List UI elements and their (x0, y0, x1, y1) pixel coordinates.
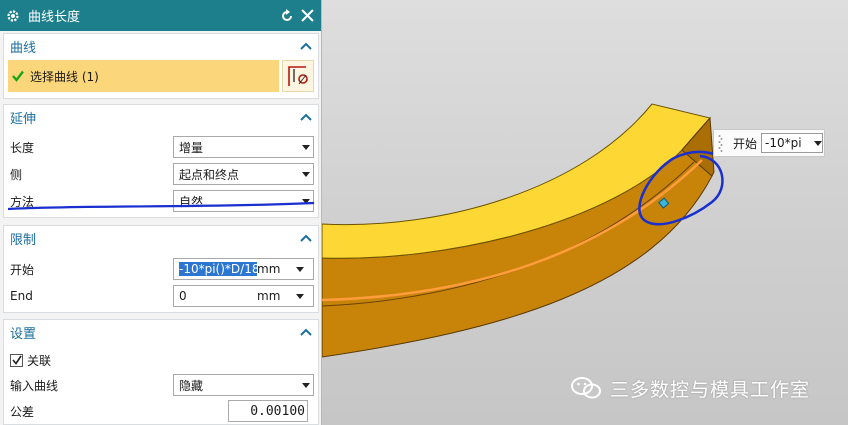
checkmark-icon (11, 355, 22, 365)
input-curve-label: 输入曲线 (10, 378, 59, 393)
start-label: 开始 (10, 262, 35, 277)
part-3d-view (322, 103, 724, 358)
settings-group: 设置 关联 输入曲线 隐藏 公差 0.00100 (3, 319, 319, 425)
float-start-label: 开始 (733, 136, 758, 151)
extend-group-title: 延伸 (10, 111, 37, 127)
end-row: End 0 mm (10, 284, 314, 308)
curve-group-header[interactable]: 曲线 (4, 34, 318, 58)
chevron-up-icon[interactable] (300, 42, 312, 50)
chevron-up-icon[interactable] (300, 328, 312, 336)
graphics-viewport[interactable] (322, 0, 848, 425)
length-row: 长度 增量 (10, 135, 314, 159)
chevron-up-icon[interactable] (300, 113, 312, 121)
end-input[interactable]: 0 mm (173, 285, 314, 307)
end-label: End (10, 289, 33, 303)
select-curve-row: 选择曲线 (1) (8, 60, 314, 92)
curve-select-tool-button[interactable] (282, 60, 314, 92)
float-start-dropdown[interactable]: -10*pi (761, 133, 824, 153)
select-curve-label: 选择曲线 (1) (30, 69, 99, 84)
start-unit: mm (257, 262, 281, 276)
chevron-down-icon[interactable] (296, 293, 304, 299)
drag-grip-icon[interactable] (718, 133, 723, 153)
reset-button[interactable] (279, 8, 295, 24)
side-dropdown[interactable]: 起点和终点 (173, 163, 314, 185)
side-row: 侧 起点和终点 (10, 162, 314, 186)
input-curve-value: 隐藏 (179, 378, 204, 393)
limits-group-title: 限制 (10, 232, 37, 248)
input-curve-dropdown[interactable]: 隐藏 (173, 374, 314, 396)
associative-checkbox[interactable] (10, 353, 23, 367)
limits-group: 限制 开始 -10*pi()*D/18 mm End 0 mm (3, 225, 319, 313)
dialog-title-bar[interactable]: 曲线长度 (0, 0, 321, 31)
start-input[interactable]: -10*pi()*D/18 mm (173, 258, 314, 280)
close-icon (300, 9, 314, 22)
extend-group: 延伸 长度 增量 侧 起点和终点 方法 自然 (3, 104, 319, 218)
start-value[interactable]: -10*pi()*D/18 (179, 262, 257, 276)
length-value: 增量 (179, 140, 204, 155)
curve-group-title: 曲线 (10, 40, 37, 56)
tolerance-input[interactable]: 0.00100 (228, 400, 308, 422)
side-value: 起点和终点 (179, 167, 240, 182)
watermark-text: 三多数控与模具工作室 (610, 378, 811, 401)
input-curve-row: 输入曲线 隐藏 (10, 373, 314, 397)
end-unit: mm (257, 289, 281, 303)
associative-label: 关联 (27, 353, 52, 368)
curve-length-dialog: 曲线长度 曲线 选择曲线 (1) 延伸 长度 增量 侧 起点和终点 方法 自然 … (0, 0, 322, 425)
checkmark-icon (12, 70, 24, 82)
chevron-down-icon (302, 144, 310, 150)
reset-icon (282, 8, 292, 21)
gear-icon[interactable] (6, 9, 20, 23)
curve-group: 曲线 选择曲线 (1) (3, 33, 319, 99)
tolerance-row: 公差 0.00100 (10, 399, 314, 423)
chevron-down-icon[interactable] (296, 266, 304, 272)
end-value[interactable]: 0 (179, 289, 257, 303)
curve-select-icon (288, 66, 308, 86)
limits-group-header[interactable]: 限制 (4, 226, 318, 250)
close-button[interactable] (299, 8, 315, 24)
extend-group-header[interactable]: 延伸 (4, 105, 318, 129)
wechat-icon (571, 377, 601, 399)
select-curve-button[interactable]: 选择曲线 (1) (8, 60, 279, 92)
dialog-title: 曲线长度 (28, 10, 81, 25)
float-start-value: -10*pi (765, 136, 802, 150)
chevron-up-icon[interactable] (300, 234, 312, 242)
side-label: 侧 (10, 167, 23, 182)
chevron-down-icon (814, 140, 823, 146)
settings-group-title: 设置 (10, 326, 37, 342)
chevron-down-icon (302, 171, 310, 177)
settings-group-header[interactable]: 设置 (4, 320, 318, 344)
length-label: 长度 (10, 140, 35, 155)
watermark: 三多数控与模具工作室 (570, 375, 840, 401)
tolerance-label: 公差 (10, 404, 35, 419)
start-row: 开始 -10*pi()*D/18 mm (10, 257, 314, 281)
start-float-input[interactable]: 开始 -10*pi (713, 129, 825, 157)
annotation-underline (7, 201, 315, 211)
length-dropdown[interactable]: 增量 (173, 136, 314, 158)
associative-row[interactable]: 关联 (10, 348, 314, 372)
chevron-down-icon (302, 382, 310, 388)
